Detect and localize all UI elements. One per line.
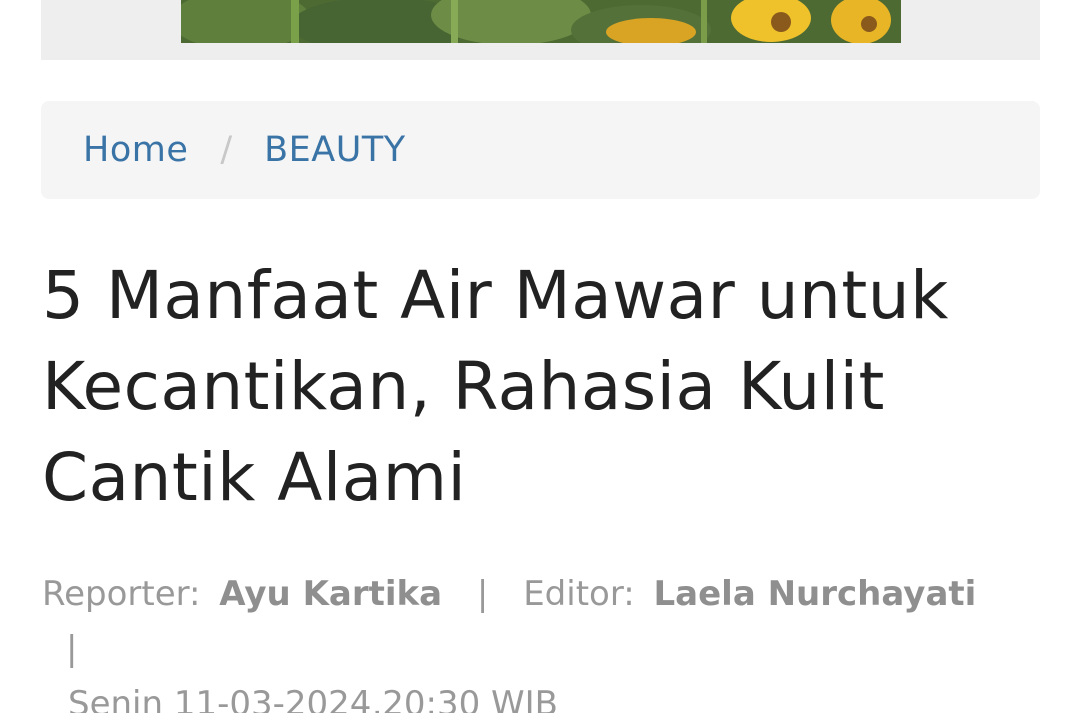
breadcrumb-separator: / [220, 130, 233, 170]
article-meta: Reporter: Ayu Kartika | Editor: Laela Nu… [42, 567, 1042, 713]
meta-separator: | [476, 574, 489, 614]
breadcrumb-category-link[interactable]: BEAUTY [264, 130, 405, 170]
editor-name: Laela Nurchayati [653, 574, 977, 614]
meta-separator: | [66, 629, 78, 669]
breadcrumb: Home / BEAUTY [41, 101, 1040, 199]
reporter-label: Reporter: [42, 574, 201, 614]
article-page: Home / BEAUTY 5 Manfaat Air Mawar untuk … [0, 0, 1080, 713]
reporter-name: Ayu Kartika [219, 574, 443, 614]
publish-date: Senin 11-03-2024,20:30 WIB [68, 684, 559, 713]
editor-label: Editor: [523, 574, 635, 614]
article-title: 5 Manfaat Air Mawar untuk Kecantikan, Ra… [42, 257, 949, 516]
breadcrumb-home-link[interactable]: Home [83, 130, 188, 170]
sunflower-illustration [181, 0, 901, 43]
banner-container [41, 0, 1040, 60]
sunflower-image[interactable] [181, 0, 901, 43]
